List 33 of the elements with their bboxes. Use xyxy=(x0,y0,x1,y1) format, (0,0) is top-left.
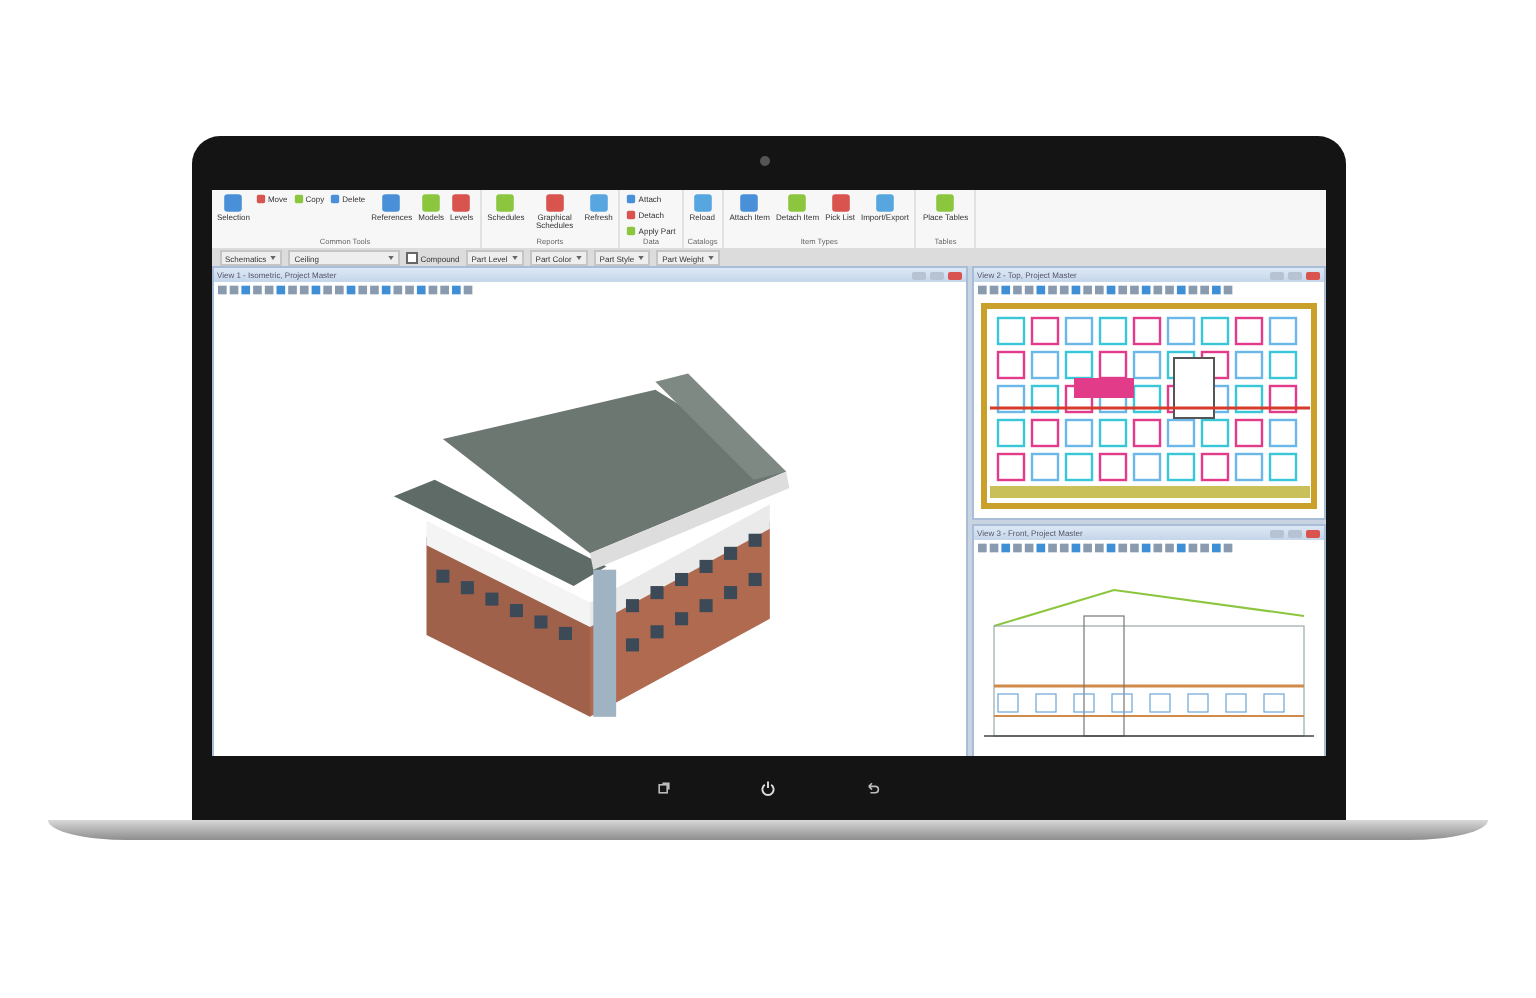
tool-icon xyxy=(738,192,761,214)
view-toolbar-icon[interactable] xyxy=(217,284,477,296)
close-icon[interactable] xyxy=(1305,529,1319,537)
caret-icon xyxy=(511,256,518,260)
tool-icon xyxy=(450,192,473,214)
tool-icon xyxy=(786,192,809,214)
tool-icon xyxy=(255,194,266,204)
window-switch-icon[interactable] xyxy=(656,780,672,796)
tool-icon xyxy=(420,192,443,214)
tool-icon xyxy=(330,194,341,204)
tool-icon xyxy=(587,192,610,214)
tool-icon xyxy=(543,192,566,214)
tool-icon xyxy=(380,192,403,214)
close-icon[interactable] xyxy=(1305,271,1319,279)
tool-icon xyxy=(829,192,852,214)
view-toolbar-icon[interactable] xyxy=(977,542,1237,554)
caret-icon xyxy=(707,256,714,260)
tool-icon xyxy=(691,192,714,214)
checkbox[interactable] xyxy=(406,252,419,264)
tool-icon xyxy=(873,192,896,214)
caret-icon xyxy=(388,256,395,260)
view-toolbar-icon[interactable] xyxy=(977,284,1237,296)
caret-icon xyxy=(638,256,645,260)
tool-icon xyxy=(293,194,304,204)
back-icon[interactable] xyxy=(864,780,880,796)
tool-icon xyxy=(934,192,957,214)
camera-icon xyxy=(759,156,769,166)
power-icon[interactable] xyxy=(760,780,776,796)
caret-icon xyxy=(575,256,582,260)
tool-icon xyxy=(494,192,517,214)
close-icon[interactable] xyxy=(947,271,961,279)
caret-icon xyxy=(270,256,277,260)
tool-icon xyxy=(222,192,245,214)
